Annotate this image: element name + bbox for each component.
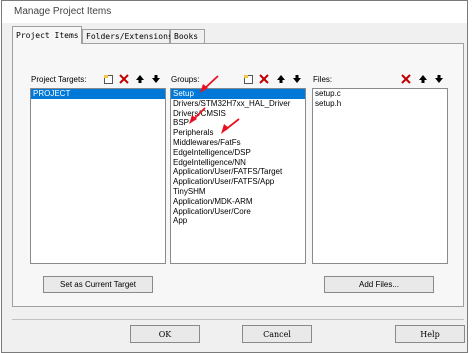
files-header: Files: — [313, 75, 333, 84]
delete-icon — [119, 74, 129, 84]
arrow-down-icon — [152, 75, 160, 83]
cancel-button[interactable]: Cancel — [242, 325, 312, 343]
move-target-up-button[interactable] — [133, 72, 147, 86]
set-current-target-button[interactable]: Set as Current Target — [43, 276, 153, 293]
group-item[interactable]: Application/User/FATFS/App — [171, 177, 305, 187]
group-item[interactable]: Setup — [171, 89, 305, 99]
add-files-button[interactable]: Add Files... — [324, 276, 434, 293]
tab-books[interactable]: Books — [170, 29, 205, 43]
group-item[interactable]: App — [171, 216, 305, 226]
ok-button[interactable]: OK — [130, 325, 200, 343]
groups-list[interactable]: Setup Drivers/STM32H7xx_HAL_Driver Drive… — [170, 88, 306, 264]
tab-project-items[interactable]: Project Items — [12, 26, 82, 44]
new-target-button[interactable] — [101, 72, 115, 86]
file-item[interactable]: setup.h — [313, 99, 447, 109]
move-group-up-button[interactable] — [274, 72, 288, 86]
target-item[interactable]: PROJECT — [31, 89, 165, 99]
delete-group-button[interactable] — [257, 72, 271, 86]
window-title: Manage Project Items — [14, 6, 112, 17]
delete-target-button[interactable] — [117, 72, 131, 86]
arrow-up-icon — [136, 75, 144, 83]
manage-project-items-dialog: Manage Project Items Project Items Folde… — [1, 0, 468, 353]
move-target-down-button[interactable] — [149, 72, 163, 86]
group-item[interactable]: BSP — [171, 118, 305, 128]
group-item[interactable]: Drivers/CMSIS — [171, 109, 305, 119]
groups-header: Groups: — [171, 75, 200, 84]
file-item[interactable]: setup.c — [313, 89, 447, 99]
tab-panel: Project Targets: PROJECT Groups: Setup D… — [12, 43, 464, 307]
files-list[interactable]: setup.c setup.h — [312, 88, 448, 264]
group-item[interactable]: Drivers/STM32H7xx_HAL_Driver — [171, 99, 305, 109]
arrow-up-icon — [277, 75, 285, 83]
delete-icon — [259, 74, 269, 84]
separator — [12, 319, 464, 320]
group-item[interactable]: EdgeIntelligence/DSP — [171, 148, 305, 158]
move-file-down-button[interactable] — [432, 72, 446, 86]
group-item[interactable]: TinySHM — [171, 187, 305, 197]
new-group-button[interactable] — [241, 72, 255, 86]
delete-file-button[interactable] — [399, 72, 413, 86]
arrow-down-icon — [293, 75, 301, 83]
project-targets-header: Project Targets: — [31, 75, 87, 84]
group-item[interactable]: EdgeIntelligence/NN — [171, 158, 305, 168]
group-item[interactable]: Application/User/FATFS/Target — [171, 167, 305, 177]
arrow-up-icon — [419, 75, 427, 83]
group-item[interactable]: Peripherals — [171, 128, 305, 138]
targets-list[interactable]: PROJECT — [30, 88, 166, 264]
help-button[interactable]: Help — [395, 325, 465, 343]
group-item[interactable]: Middlewares/FatFs — [171, 138, 305, 148]
arrow-down-icon — [435, 75, 443, 83]
group-item[interactable]: Application/User/Core — [171, 207, 305, 217]
tab-folders-extensions[interactable]: Folders/Extensions — [82, 29, 173, 43]
new-icon — [243, 74, 253, 84]
delete-icon — [401, 74, 411, 84]
title-bar: Manage Project Items — [2, 1, 467, 23]
move-group-down-button[interactable] — [290, 72, 304, 86]
new-icon — [103, 74, 113, 84]
group-item[interactable]: Application/MDK-ARM — [171, 197, 305, 207]
move-file-up-button[interactable] — [416, 72, 430, 86]
